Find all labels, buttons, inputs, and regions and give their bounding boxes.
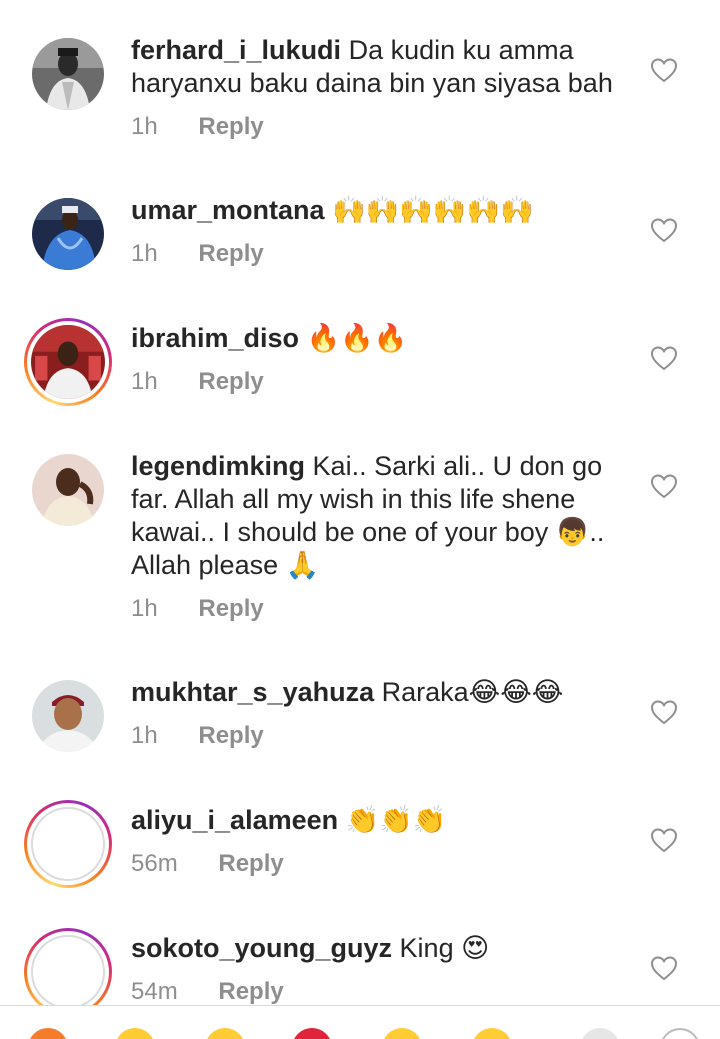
- reply-button[interactable]: Reply: [198, 721, 263, 751]
- comment-username[interactable]: aliyu_i_alameen: [131, 805, 338, 835]
- comment-meta: 1h Reply: [131, 112, 264, 142]
- avatar[interactable]: [32, 680, 104, 752]
- avatar[interactable]: [32, 198, 104, 270]
- laughing-emoji-icon[interactable]: [115, 1028, 155, 1039]
- reply-button[interactable]: Reply: [198, 594, 263, 624]
- comment-time: 54m: [131, 978, 178, 1005]
- heart-icon[interactable]: [650, 345, 678, 371]
- comment-body: ibrahim_diso 🔥🔥🔥: [131, 322, 631, 355]
- smiling-emoji-icon[interactable]: [205, 1028, 245, 1039]
- reply-button[interactable]: Reply: [198, 239, 263, 269]
- comment-username[interactable]: ibrahim_diso: [131, 323, 299, 353]
- raised-hands-emoji-icon[interactable]: [382, 1028, 422, 1039]
- fire-emoji-icon[interactable]: [28, 1028, 68, 1039]
- heart-icon[interactable]: [650, 473, 678, 499]
- avatar-story-ring[interactable]: [24, 800, 112, 888]
- comment-meta: 56m Reply: [131, 849, 284, 879]
- profile-photo: [32, 38, 104, 110]
- comment-time: 1h: [131, 595, 158, 622]
- avatar-story-ring[interactable]: [24, 928, 112, 1016]
- comment-time: 56m: [131, 850, 178, 877]
- comment-text: 👏👏👏: [345, 805, 447, 835]
- comment-time: 1h: [131, 240, 158, 267]
- comment-username[interactable]: umar_montana: [131, 195, 325, 225]
- comment-body: ferhard_i_lukudi Da kudin ku amma haryan…: [131, 34, 631, 100]
- heart-icon[interactable]: [650, 57, 678, 83]
- heart-icon[interactable]: [650, 699, 678, 725]
- comment-meta: 1h Reply: [131, 721, 264, 751]
- comment-time: 1h: [131, 722, 158, 749]
- heart-emoji-icon[interactable]: [292, 1028, 332, 1039]
- reply-button[interactable]: Reply: [198, 367, 263, 397]
- heart-icon[interactable]: [650, 217, 678, 243]
- comment-username[interactable]: ferhard_i_lukudi: [131, 35, 341, 65]
- avatar[interactable]: [32, 454, 104, 526]
- reply-button[interactable]: Reply: [218, 977, 283, 1007]
- comment-text: King 😍: [399, 933, 490, 963]
- profile-photo: [31, 807, 105, 881]
- comment-username[interactable]: mukhtar_s_yahuza: [131, 677, 374, 707]
- comment-time: 1h: [131, 368, 158, 395]
- emoji-reaction-bar: [0, 1005, 720, 1039]
- heart-icon[interactable]: [650, 827, 678, 853]
- profile-photo: [31, 325, 105, 399]
- comment-body: umar_montana 🙌🙌🙌🙌🙌🙌: [131, 194, 631, 227]
- comment-meta: 1h Reply: [131, 239, 264, 269]
- comment-time: 1h: [131, 113, 158, 140]
- profile-photo: [32, 680, 104, 752]
- heart-icon[interactable]: [650, 955, 678, 981]
- comment-body: sokoto_young_guyz King 😍: [131, 932, 631, 965]
- avatar[interactable]: [32, 38, 104, 110]
- comment-meta: 54m Reply: [131, 977, 284, 1007]
- comment-body: legendimking Kai.. Sarki ali.. U don go …: [131, 450, 631, 582]
- reply-button[interactable]: Reply: [198, 112, 263, 142]
- comment-text: 🔥🔥🔥: [306, 323, 408, 353]
- profile-photo: [32, 198, 104, 270]
- reply-button[interactable]: Reply: [218, 849, 283, 879]
- pointing-emoji-icon[interactable]: [580, 1028, 620, 1039]
- comment-body: mukhtar_s_yahuza Raraka😂😂😂: [131, 676, 631, 709]
- comment-username[interactable]: legendimking: [131, 451, 305, 481]
- comment-username[interactable]: sokoto_young_guyz: [131, 933, 392, 963]
- comment-body: aliyu_i_alameen 👏👏👏: [131, 804, 631, 837]
- comment-text: Raraka😂😂😂: [381, 677, 564, 707]
- profile-photo: [32, 454, 104, 526]
- comment-meta: 1h Reply: [131, 594, 264, 624]
- comment-text: 🙌🙌🙌🙌🙌🙌: [332, 195, 534, 225]
- avatar-story-ring[interactable]: [24, 318, 112, 406]
- profile-photo: [31, 935, 105, 1009]
- clap-emoji-icon[interactable]: [472, 1028, 512, 1039]
- sparkle-emoji-icon[interactable]: [660, 1028, 700, 1039]
- comment-meta: 1h Reply: [131, 367, 264, 397]
